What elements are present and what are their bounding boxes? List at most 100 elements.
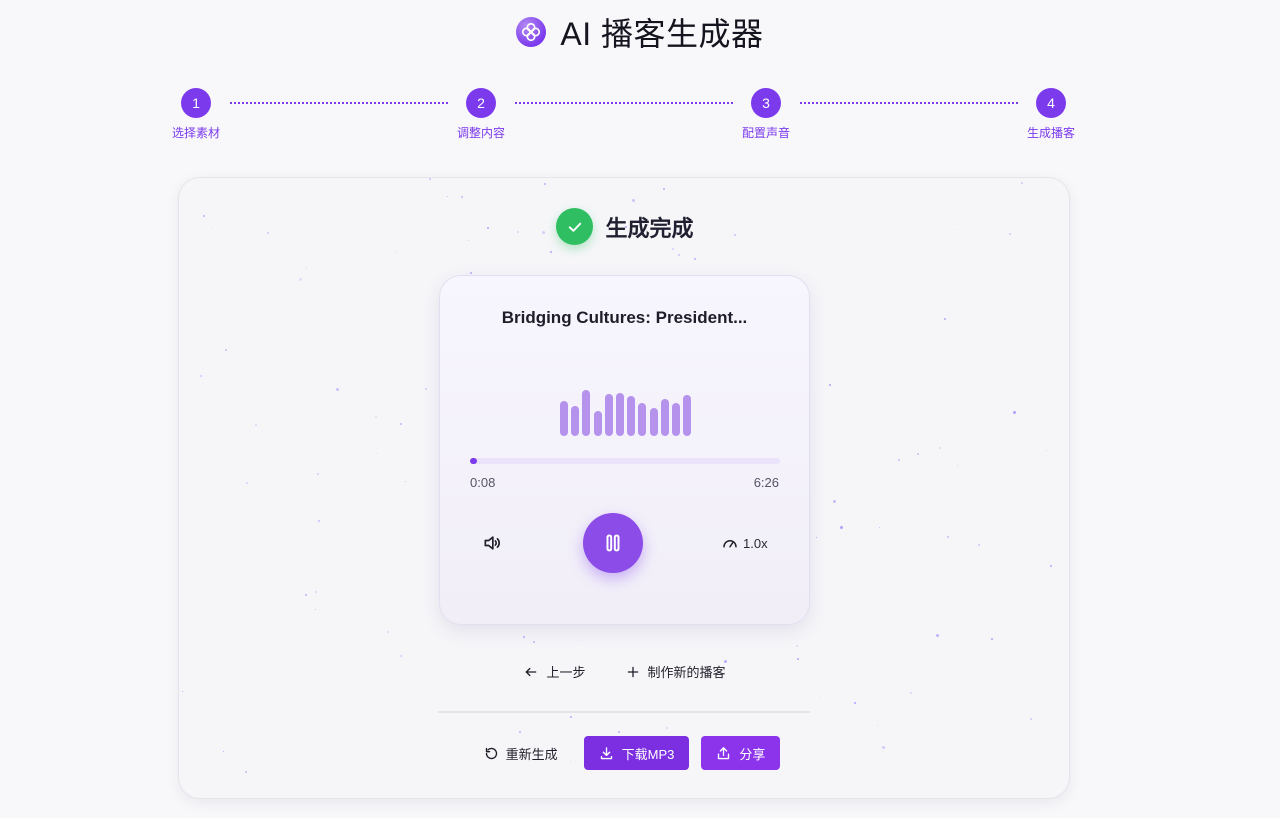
particle-dot (978, 544, 980, 546)
secondary-actions: 上一步 制作新的播客 (179, 662, 1069, 681)
speed-label: 1.0x (743, 535, 768, 551)
speaker-icon (484, 536, 500, 550)
particle-dot (939, 447, 941, 449)
regenerate-label: 重新生成 (505, 746, 558, 762)
particle-dot (957, 465, 958, 466)
pause-icon (606, 534, 620, 552)
particle-dot (317, 473, 319, 475)
particle-dot (570, 716, 572, 718)
particle-dot (550, 251, 552, 253)
particle-dot (1030, 718, 1032, 720)
particle-dot (245, 771, 247, 773)
download-mp3-button[interactable]: 下载MP3 (583, 736, 690, 770)
waveform-bar (604, 394, 613, 436)
particle-dot (833, 500, 836, 503)
step-number: 1 (181, 88, 211, 118)
result-card: 生成完成 Bridging Cultures: President... 0:0… (178, 177, 1070, 799)
particle-dot (820, 697, 821, 698)
particle-dot (336, 388, 339, 391)
particle-dot (400, 423, 402, 425)
waveform-bar (560, 401, 568, 436)
volume-button[interactable] (480, 531, 504, 555)
completion-title: 生成完成 (605, 215, 694, 241)
particle-dot (318, 520, 320, 522)
particle-dot (879, 527, 880, 528)
waveform-bar (649, 408, 658, 436)
waveform-bar (593, 411, 602, 436)
particle-dot (375, 416, 377, 418)
waveform-bar (582, 390, 591, 436)
bottom-actions: 重新生成 下载MP3 分享 (179, 736, 1069, 770)
particle-dot (678, 254, 680, 256)
particle-dot (299, 278, 302, 281)
waveform-bar (571, 406, 580, 436)
app-page: AI 播客生成器 1 选择素材 2 调整内容 3 配置声音 4 生成播客 生成完… (0, 0, 1280, 818)
particle-dot (1050, 565, 1052, 567)
particle-dot (519, 731, 521, 733)
progress-stepper: 1 选择素材 2 调整内容 3 配置声音 4 生成播客 (166, 88, 1081, 140)
step-number: 4 (1036, 88, 1066, 118)
arrow-left-icon (526, 667, 537, 676)
step-label: 生成播客 (1026, 126, 1075, 140)
header: AI 播客生成器 (0, 10, 1280, 54)
divider (438, 711, 810, 713)
particle-dot (523, 636, 525, 638)
share-button[interactable]: 分享 (701, 736, 781, 770)
pause-button[interactable] (583, 513, 643, 573)
playback-speed-button[interactable]: 1.0x (721, 532, 768, 554)
particle-dot (405, 481, 406, 482)
particle-dot (533, 641, 535, 643)
particle-dot (578, 640, 579, 641)
particle-dot (305, 594, 307, 596)
particle-dot (944, 318, 946, 320)
particle-dot (255, 424, 257, 426)
particle-dot (829, 384, 831, 386)
particle-dot (395, 252, 396, 253)
particle-dot (246, 482, 248, 484)
waveform-bar (627, 396, 636, 436)
waveform-bar (616, 393, 624, 436)
progress-bar[interactable] (470, 458, 780, 464)
particle-dot (225, 349, 227, 351)
particle-dot (694, 258, 696, 260)
check-icon (556, 208, 594, 245)
particle-dot (666, 727, 668, 729)
plus-icon (627, 666, 638, 677)
back-button[interactable]: 上一步 (524, 662, 586, 681)
current-time: 0:08 (470, 475, 496, 490)
step-generate-podcast[interactable]: 4 生成播客 (1021, 88, 1081, 141)
particle-dot (618, 731, 620, 733)
particle-dot (470, 272, 472, 274)
completion-header: 生成完成 (179, 208, 1069, 245)
download-icon (600, 746, 612, 759)
step-configure-voice[interactable]: 3 配置声音 (736, 88, 796, 141)
clover-logo-icon (516, 17, 547, 47)
particle-dot (797, 658, 799, 660)
particle-dot (898, 459, 900, 461)
refresh-icon (485, 747, 497, 759)
download-label: 下载MP3 (621, 746, 675, 762)
particle-dot (663, 188, 665, 190)
particle-dot (200, 375, 202, 377)
waveform-bar (683, 395, 692, 436)
particle-dot (400, 655, 402, 657)
new-podcast-button[interactable]: 制作新的播客 (626, 662, 726, 681)
particle-dot (632, 199, 635, 202)
step-connector (800, 102, 1018, 104)
particle-dot (917, 453, 919, 455)
step-label: 配置声音 (741, 126, 790, 140)
particle-dot (461, 196, 463, 198)
regenerate-button[interactable]: 重新生成 (470, 736, 572, 770)
gauge-icon (723, 540, 737, 548)
particle-dot (672, 248, 674, 250)
progress-fill (470, 458, 477, 464)
step-adjust-content[interactable]: 2 调整内容 (451, 88, 511, 141)
podcast-title: Bridging Cultures: President... (501, 308, 748, 327)
particle-dot (1021, 182, 1023, 184)
step-connector (230, 102, 448, 104)
particle-dot (544, 183, 546, 185)
total-time: 6:26 (753, 475, 779, 490)
waveform-bar (672, 403, 680, 436)
step-select-material[interactable]: 1 选择素材 (166, 88, 226, 141)
waveform-bar (660, 399, 669, 436)
